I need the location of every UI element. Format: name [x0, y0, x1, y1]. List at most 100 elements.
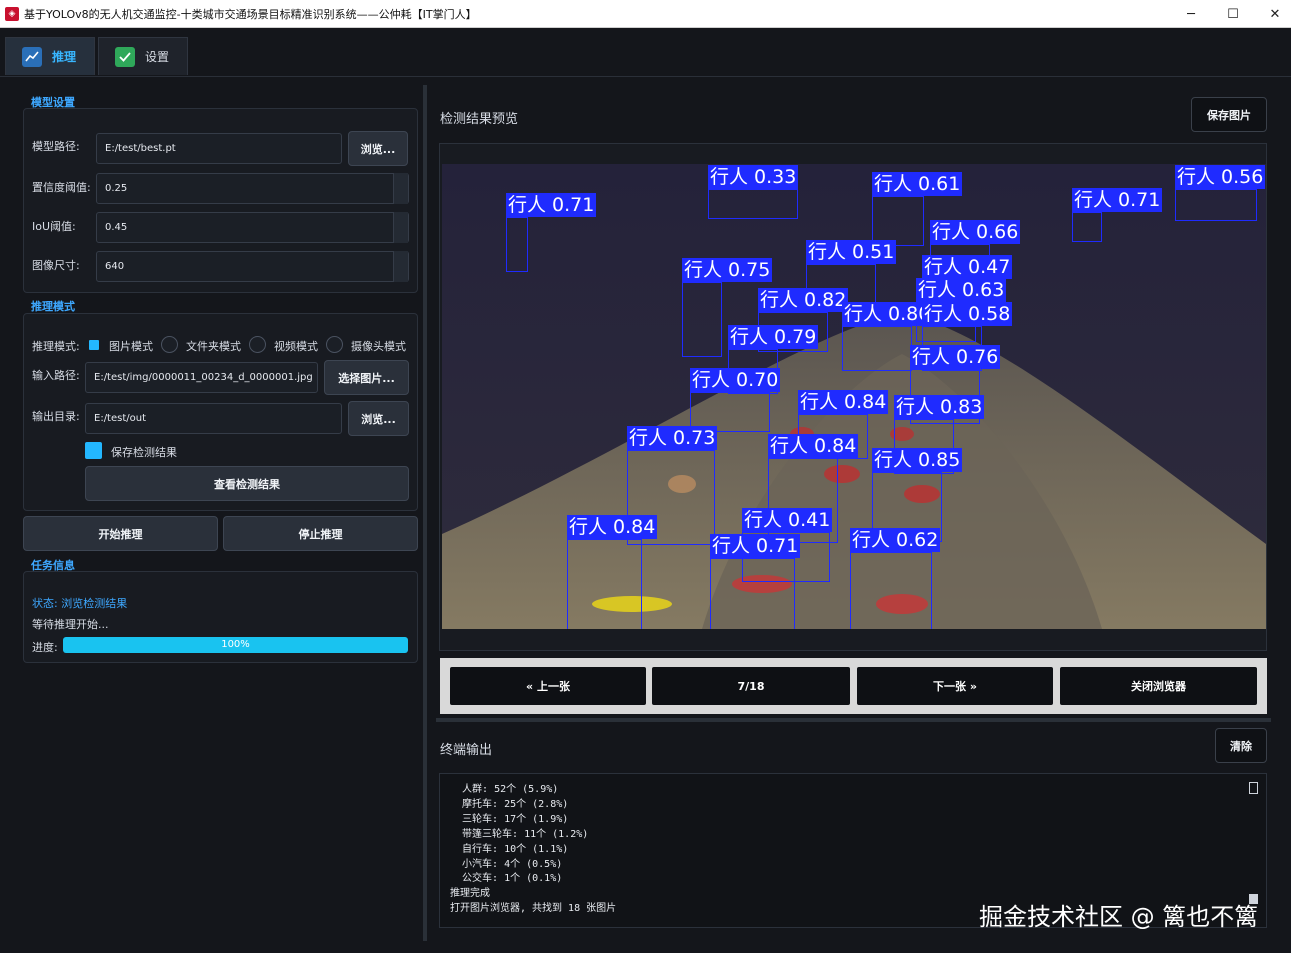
maximize-button[interactable]: ☐ — [1212, 0, 1254, 28]
folder-mode-radio[interactable] — [161, 336, 178, 353]
model-path-label: 模型路径: — [32, 140, 80, 153]
detection-label: 行人 0.84 — [798, 390, 889, 414]
video-mode-label: 视频模式 — [274, 340, 318, 353]
detection-label: 行人 0.47 — [922, 255, 1013, 279]
camera-mode-radio[interactable] — [326, 336, 343, 353]
detection-label: 行人 0.71 — [1072, 188, 1163, 212]
model-browse-button[interactable]: 浏览... — [348, 131, 408, 166]
camera-mode-label: 摄像头模式 — [351, 340, 406, 353]
preview-title: 检测结果预览 — [440, 112, 519, 127]
close-browser-button[interactable]: 关闭浏览器 — [1060, 667, 1257, 705]
detection-box — [567, 539, 642, 629]
save-results-checkbox[interactable] — [85, 442, 102, 459]
progress-bar: 100% — [63, 637, 408, 653]
tab-inference-label: 推理 — [52, 50, 77, 64]
folder-mode-label: 文件夹模式 — [186, 340, 241, 353]
tab-settings[interactable]: 设置 — [98, 37, 188, 75]
inference-mode-title: 推理模式 — [31, 300, 75, 313]
start-inference-button[interactable]: 开始推理 — [23, 516, 218, 551]
image-counter: 7/18 — [652, 667, 850, 705]
detection-label: 行人 0.33 — [708, 165, 799, 189]
input-path-input[interactable]: E:/test/img/0000011_00234_d_0000001.jpg — [85, 362, 318, 393]
detection-label: 行人 0.75 — [682, 258, 773, 282]
terminal-line: 带篷三轮车: 11个 (1.2%) — [450, 828, 589, 840]
confidence-spinbox[interactable]: 0.25 — [96, 173, 409, 204]
terminal-line: 摩托车: 25个 (2.8%) — [450, 798, 569, 810]
window-title: 基于YOLOv8的无人机交通监控-十类城市交通场景目标精准识别系统——公仲耗【I… — [24, 7, 477, 21]
progress-text: 100% — [221, 639, 250, 650]
output-dir-input[interactable]: E:/test/out — [85, 403, 342, 434]
detection-preview-image: 行人 0.71 行人 0.33 行人 0.61 行人 0.71 行人 0.56 行人 0.… — [442, 164, 1266, 629]
detection-label: 行人 0.62 — [850, 528, 941, 552]
video-mode-radio[interactable] — [249, 336, 266, 353]
tab-inference[interactable]: 推理 — [5, 37, 95, 75]
image-size-spinbox[interactable]: 640 — [96, 251, 409, 282]
detection-label: 行人 0.83 — [894, 395, 985, 419]
detection-label: 行人 0.63 — [916, 278, 1007, 302]
detection-label: 行人 0.61 — [872, 172, 963, 196]
detection-label: 行人 0.41 — [742, 508, 833, 532]
detection-box — [710, 558, 795, 629]
image-size-spin-arrows[interactable] — [393, 251, 408, 282]
detection-box — [850, 552, 932, 629]
status-text: 状态: 浏览检测结果 — [32, 597, 128, 610]
detection-label: 行人 0.56 — [1175, 165, 1266, 189]
select-image-button[interactable]: 选择图片... — [324, 360, 409, 395]
panel-splitter[interactable] — [423, 85, 427, 941]
mode-label: 推理模式: — [32, 340, 80, 353]
detection-box — [1175, 189, 1257, 221]
detection-label: 行人 0.84 — [567, 515, 658, 539]
iou-spinbox[interactable]: 0.45 — [96, 212, 409, 243]
vertical-splitter[interactable] — [436, 718, 1271, 722]
detection-label: 行人 0.84 — [768, 434, 859, 458]
terminal-line: 公交车: 1个 (0.1%) — [450, 873, 563, 885]
detection-label: 行人 0.71 — [506, 193, 597, 217]
minimize-button[interactable]: ─ — [1170, 0, 1212, 28]
next-image-button[interactable]: 下一张 » — [857, 667, 1053, 705]
output-browse-button[interactable]: 浏览... — [348, 401, 409, 436]
detection-label: 行人 0.76 — [910, 345, 1001, 369]
detection-label: 行人 0.51 — [806, 240, 897, 264]
image-mode-label: 图片模式 — [109, 340, 153, 353]
tab-settings-label: 设置 — [145, 50, 170, 64]
close-button[interactable]: ✕ — [1254, 0, 1291, 28]
iou-spin-arrows[interactable] — [393, 212, 408, 243]
image-size-label: 图像尺寸: — [32, 259, 80, 272]
detection-box — [506, 217, 528, 272]
image-mode-radio-selected[interactable] — [89, 340, 99, 350]
detection-label: 行人 0.70 — [690, 368, 781, 392]
detection-label: 行人 0.58 — [922, 302, 1013, 326]
previous-image-button[interactable]: « 上一张 — [450, 667, 646, 705]
detection-label: 行人 0.79 — [728, 325, 819, 349]
image-navigation-bar: « 上一张 7/18 下一张 » 关闭浏览器 — [440, 658, 1267, 714]
check-settings-icon — [115, 46, 135, 67]
iou-label: IoU阈值: — [32, 220, 76, 233]
view-results-button[interactable]: 查看检测结果 — [85, 466, 409, 501]
detection-label: 行人 0.82 — [758, 288, 849, 312]
app-logo-icon: ◈ — [5, 6, 19, 21]
confidence-label: 置信度阈值: — [32, 181, 91, 194]
input-path-label: 输入路径: — [32, 369, 80, 382]
progress-label: 进度: — [32, 641, 58, 654]
watermark: 掘金技术社区 @ 篱也不篱 — [979, 903, 1259, 931]
detection-label: 行人 0.80 — [842, 302, 933, 326]
stop-inference-button[interactable]: 停止推理 — [223, 516, 418, 551]
detection-box — [708, 189, 798, 219]
detection-box — [842, 326, 912, 371]
model-path-input[interactable]: E:/test/best.pt — [96, 133, 342, 164]
terminal-title: 终端输出 — [440, 743, 493, 758]
detection-box — [872, 196, 924, 246]
detection-label: 行人 0.71 — [710, 534, 801, 558]
scrollbar-handle[interactable] — [1249, 782, 1258, 794]
terminal-line: 三轮车: 17个 (1.9%) — [450, 813, 569, 825]
terminal-line: 小汽车: 4个 (0.5%) — [450, 858, 563, 870]
save-image-button[interactable]: 保存图片 — [1191, 97, 1267, 132]
output-dir-label: 输出目录: — [32, 410, 80, 423]
confidence-spin-arrows[interactable] — [393, 173, 408, 204]
detection-label: 行人 0.73 — [627, 426, 718, 450]
terminal-line: 自行车: 10个 (1.1%) — [450, 843, 569, 855]
title-bar: ◈ 基于YOLOv8的无人机交通监控-十类城市交通场景目标精准识别系统——公仲耗… — [0, 0, 1291, 28]
clear-terminal-button[interactable]: 清除 — [1215, 728, 1267, 763]
detection-label: 行人 0.85 — [872, 448, 963, 472]
tab-bar: 推理 设置 — [0, 33, 1291, 77]
